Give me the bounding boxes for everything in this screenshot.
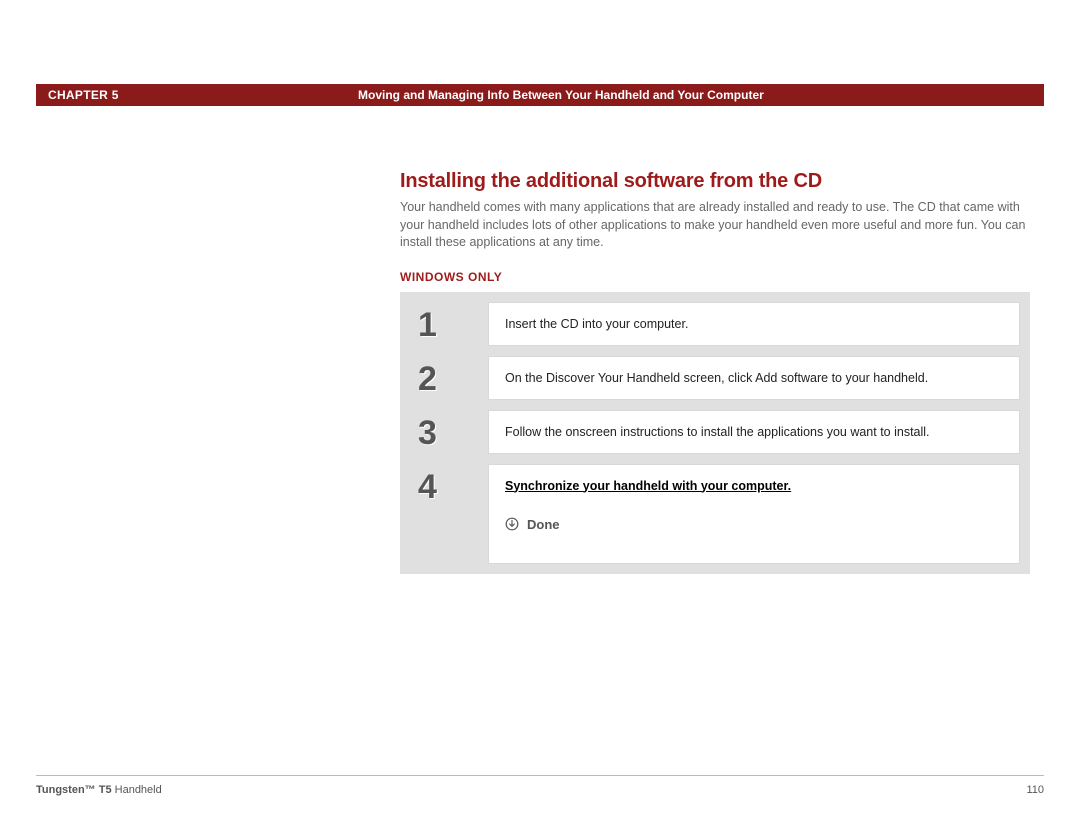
page-number: 110 <box>1026 784 1044 796</box>
footer: Tungsten™ T5 Handheld 110 <box>36 784 1044 796</box>
step-body: On the Discover Your Handheld screen, cl… <box>488 356 1020 400</box>
section-intro: Your handheld comes with many applicatio… <box>400 199 1030 252</box>
arrow-down-icon <box>505 517 519 531</box>
step-row-4: 4 Synchronize your handheld with your co… <box>410 464 1020 564</box>
footer-divider <box>36 775 1044 776</box>
chapter-header-bar: CHAPTER 5 Moving and Managing Info Betwe… <box>36 84 1044 106</box>
platform-label: WINDOWS ONLY <box>400 270 1030 284</box>
done-label: Done <box>527 517 560 532</box>
step-number: 1 <box>410 302 488 346</box>
section-title: Installing the additional software from … <box>400 170 1030 193</box>
step-number: 2 <box>410 356 488 400</box>
main-content: Installing the additional software from … <box>400 170 1030 574</box>
step-number: 3 <box>410 410 488 454</box>
chapter-label: CHAPTER 5 <box>48 88 328 102</box>
product-name: Tungsten™ T5 Handheld <box>36 784 162 796</box>
product-name-rest: Handheld <box>112 784 162 796</box>
step-row-1: 1 Insert the CD into your computer. <box>410 302 1020 346</box>
step-body: Insert the CD into your computer. <box>488 302 1020 346</box>
step-body: Synchronize your handheld with your comp… <box>488 464 1020 564</box>
step-body: Follow the onscreen instructions to inst… <box>488 410 1020 454</box>
chapter-title: Moving and Managing Info Between Your Ha… <box>328 88 1032 102</box>
synchronize-link[interactable]: Synchronize your handheld with your comp… <box>505 479 791 493</box>
steps-container: 1 Insert the CD into your computer. 2 On… <box>400 292 1030 574</box>
step-row-3: 3 Follow the onscreen instructions to in… <box>410 410 1020 454</box>
done-indicator: Done <box>505 517 560 532</box>
step-number: 4 <box>410 464 488 564</box>
step-row-2: 2 On the Discover Your Handheld screen, … <box>410 356 1020 400</box>
document-page: CHAPTER 5 Moving and Managing Info Betwe… <box>0 0 1080 834</box>
product-name-bold: Tungsten™ T5 <box>36 784 112 796</box>
